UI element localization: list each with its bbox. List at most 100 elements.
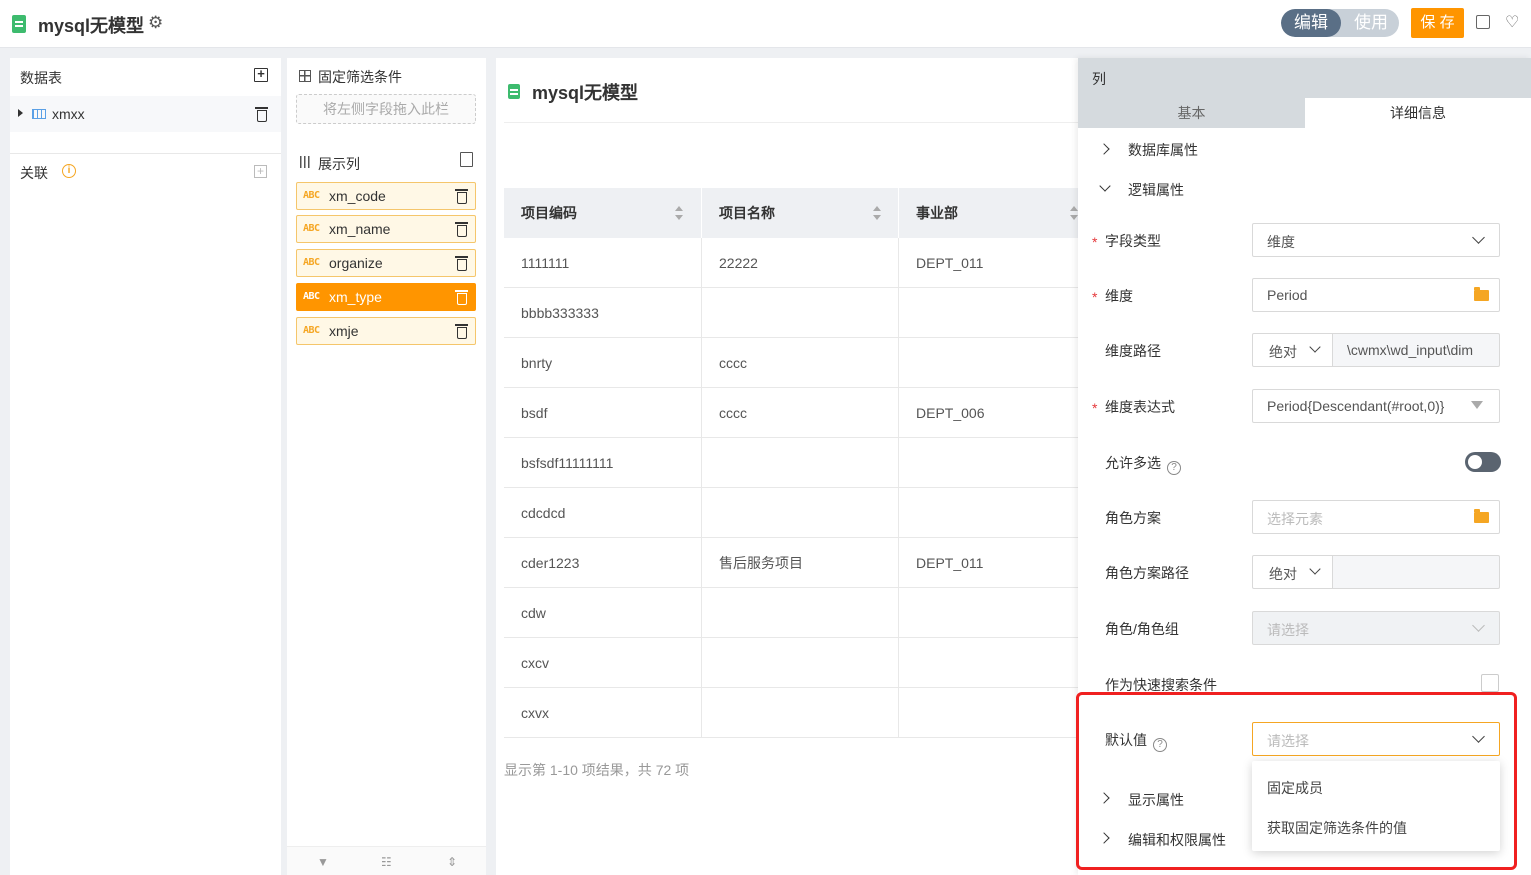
table-row[interactable]: bbbb333333 [504,288,1086,338]
section-edit-permission-properties[interactable]: 编辑和权限属性 [1128,830,1226,850]
table-cell: cxvx [504,688,702,738]
table-cell: cdcdcd [504,488,702,538]
save-button[interactable]: 保 存 [1411,8,1464,38]
trash-icon[interactable] [255,107,268,122]
allow-multi-label: 允许多选? [1105,453,1181,475]
role-path-input[interactable] [1332,555,1500,589]
tab-detail[interactable]: 详细信息 [1305,98,1531,128]
field-item[interactable]: ABC xm_code [296,182,476,210]
dropdown-option[interactable]: 固定成员 [1267,778,1323,798]
add-table-icon[interactable]: + [254,67,268,82]
field-item[interactable]: ABC xm_name [296,215,476,243]
table-row[interactable]: bnrty cccc [504,338,1086,388]
table-row[interactable]: cdcdcd [504,488,1086,538]
trash-icon[interactable] [455,290,468,305]
tab-basic[interactable]: 基本 [1078,98,1305,128]
filter-icon[interactable] [1471,401,1483,409]
mode-edit-button[interactable]: 编辑 [1281,9,1341,37]
sort-icon[interactable] [873,206,881,220]
section-database-properties[interactable]: 数据库属性 [1128,140,1198,160]
role-path-mode-select[interactable]: 绝对 [1252,555,1333,589]
columns-icon [300,156,310,168]
column-header-label: 事业部 [916,205,958,221]
sort-icon[interactable] [675,206,683,220]
field-name: organize [329,255,383,271]
table-row[interactable]: cxcv [504,638,1086,688]
folder-icon[interactable] [1474,509,1489,523]
help-icon[interactable]: ? [1167,461,1181,475]
table-cell [899,338,1086,388]
preview-icon[interactable] [1476,15,1490,29]
table-row[interactable]: cxvx [504,688,1086,738]
dimension-path-input[interactable]: \cwmx\wd_input\dim [1332,333,1500,367]
quick-search-checkbox[interactable] [1481,674,1499,692]
preview-panel: mysql无模型 项目编码 项目名称 事业部 1111111 22222 DEPT_… [496,58,1086,875]
chevron-right-icon[interactable] [1098,792,1110,804]
sort-icon[interactable]: ⇕ [447,856,459,868]
chevron-right-icon[interactable] [1098,143,1110,155]
required-mark: * [1092,400,1098,416]
dropdown-option[interactable]: 获取固定筛选条件的值 [1267,818,1407,838]
column-header[interactable]: 项目编码 [504,188,702,238]
section-logic-properties[interactable]: 逻辑属性 [1128,180,1184,200]
info-icon[interactable]: i [62,164,76,178]
sort-icon[interactable] [1070,206,1078,220]
properties-title: 列 [1092,71,1106,87]
role-scheme-placeholder: 选择元素 [1267,511,1323,527]
gear-icon[interactable]: ⚙ [148,14,166,32]
table-cell [702,438,899,488]
filter-icon[interactable]: ▼ [317,856,329,868]
column-properties-panel: 列 基本 详细信息 数据库属性 逻辑属性 * 字段类型 维度 * 维度 Peri… [1078,58,1531,875]
filter-grid-icon [299,70,311,82]
trash-icon[interactable] [455,256,468,271]
help-icon[interactable]: ? [1153,738,1167,752]
field-item[interactable]: ABC xmje [296,317,476,345]
table-cell [899,438,1086,488]
chevron-down-icon [1309,341,1321,353]
field-name: xm_type [329,289,382,305]
fields-footer: ▼ ☷ ⇕ [287,846,486,875]
expand-caret-icon[interactable] [18,109,23,117]
table-row[interactable]: bsdf cccc DEPT_006 [504,388,1086,438]
column-header[interactable]: 事业部 [899,188,1086,238]
allow-multi-toggle[interactable] [1465,452,1501,472]
field-item-selected[interactable]: ABC xm_type [296,283,476,311]
field-type-select[interactable]: 维度 [1252,223,1500,257]
filter-drop-zone[interactable]: 将左侧字段拖入此栏 [296,94,476,124]
role-scheme-input[interactable]: 选择元素 [1252,500,1500,534]
trash-icon[interactable] [455,324,468,339]
display-columns-title: 展示列 [318,156,360,172]
trash-icon[interactable] [455,189,468,204]
table-cell: cccc [702,338,899,388]
folder-icon[interactable] [1474,287,1489,301]
document-icon [508,84,520,99]
table-name: xmxx [52,106,85,122]
quick-search-label: 作为快速搜索条件 [1105,677,1217,693]
dimension-value: Period [1267,287,1308,303]
dimension-path-mode-select[interactable]: 绝对 [1252,333,1333,367]
column-header[interactable]: 项目名称 [702,188,899,238]
mode-switch[interactable]: 编辑 使用 [1281,9,1399,37]
table-tree-item[interactable]: xmxx [10,96,281,132]
add-relation-icon[interactable]: + [254,165,267,178]
field-item[interactable]: ABC organize [296,249,476,277]
mode-use-button[interactable]: 使用 [1343,9,1399,37]
lightbulb-icon[interactable]: ♡ [1505,12,1519,32]
dimension-expression-input[interactable]: Period{Descendant(#root,0)} [1252,389,1500,423]
section-display-properties[interactable]: 显示属性 [1128,790,1184,810]
trash-icon[interactable] [455,222,468,237]
default-value-select[interactable]: 请选择 [1252,722,1500,756]
chevron-right-icon[interactable] [1098,832,1110,844]
dimension-input[interactable]: Period [1252,278,1500,312]
column-settings-icon[interactable] [460,152,473,167]
fields-panel: 固定筛选条件 将左侧字段拖入此栏 展示列 ABC xm_code ABC xm_… [287,58,486,875]
chevron-down-icon[interactable] [1099,180,1111,192]
role-group-select[interactable]: 请选择 [1252,611,1500,645]
list-icon[interactable]: ☷ [381,856,393,868]
default-value-dropdown: 固定成员 获取固定筛选条件的值 [1252,761,1500,851]
table-row[interactable]: bsfsdf11111111 [504,438,1086,488]
field-name: xm_name [329,221,391,237]
table-row[interactable]: 1111111 22222 DEPT_011 [504,238,1086,288]
table-row[interactable]: cder1223 售后服务项目 DEPT_011 [504,538,1086,588]
table-row[interactable]: cdw [504,588,1086,638]
